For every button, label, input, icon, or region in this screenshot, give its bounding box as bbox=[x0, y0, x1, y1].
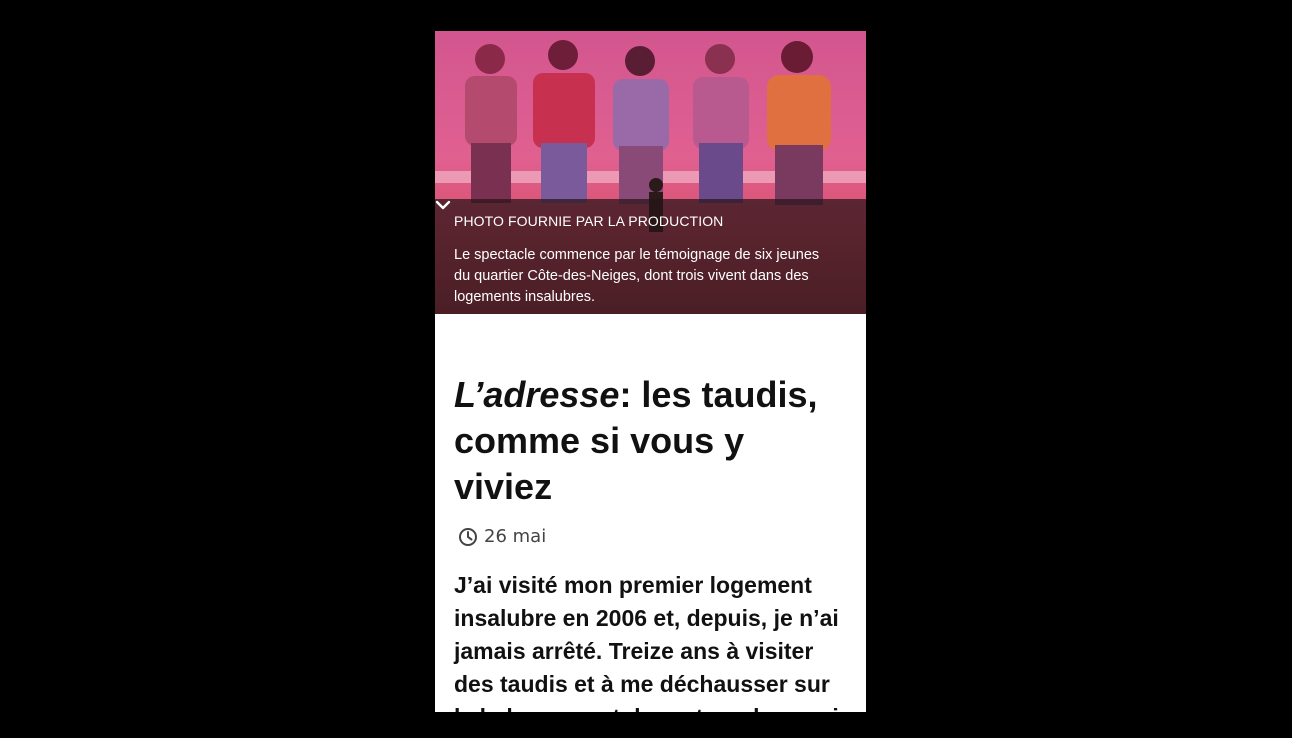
article-screen: PHOTO FOURNIE PAR LA PRODUCTION Le spect… bbox=[435, 31, 866, 712]
photo-caption: Le spectacle commence par le témoignage … bbox=[454, 247, 820, 305]
article-body: L’adresse: les taudis, comme si vous y v… bbox=[435, 372, 866, 712]
article-date: 26 mai bbox=[484, 526, 547, 547]
article-meta: 26 mai bbox=[454, 526, 847, 547]
clock-icon bbox=[459, 527, 477, 546]
photo-caption-panel: PHOTO FOURNIE PAR LA PRODUCTION Le spect… bbox=[435, 199, 866, 314]
article-lede: J’ai visité mon premier logement insalub… bbox=[454, 572, 845, 712]
article-title: L’adresse: les taudis, comme si vous y v… bbox=[454, 372, 847, 510]
hero-photo: PHOTO FOURNIE PAR LA PRODUCTION Le spect… bbox=[435, 31, 866, 314]
article-title-italic: L’adresse bbox=[454, 374, 620, 415]
chevron-down-icon[interactable] bbox=[435, 199, 451, 211]
photo-credit: PHOTO FOURNIE PAR LA PRODUCTION bbox=[454, 213, 724, 229]
